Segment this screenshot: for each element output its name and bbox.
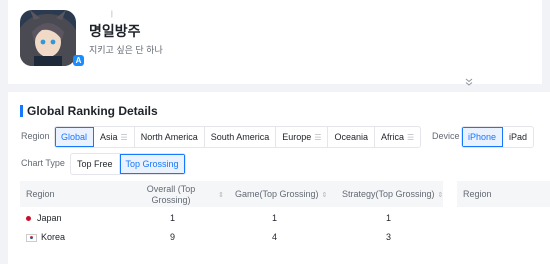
table-row-region[interactable]: Japan bbox=[26, 213, 62, 223]
table-cell-game: 1 bbox=[272, 213, 278, 223]
expand-chevron-icon[interactable] bbox=[465, 78, 473, 88]
region-option-north-america[interactable]: North America bbox=[135, 127, 205, 147]
column-header-game[interactable]: Game(Top Grossing) ⇕ bbox=[235, 189, 327, 199]
table-cell-overall: 1 bbox=[170, 213, 176, 223]
table-cell-game: 4 bbox=[272, 232, 278, 242]
region-option-south-america[interactable]: South America bbox=[205, 127, 277, 147]
app-name: 명일방주 bbox=[89, 23, 141, 39]
section-title: Global Ranking Details bbox=[20, 104, 158, 118]
region-option-global[interactable]: Global bbox=[55, 127, 95, 147]
sort-icon: ⇕ bbox=[437, 192, 444, 199]
sort-icon: ⇕ bbox=[321, 192, 328, 199]
table-cell-strategy: 1 bbox=[386, 213, 392, 223]
region-option-europe[interactable]: Europe ☰ bbox=[276, 127, 329, 147]
region-option-oceania[interactable]: Oceania bbox=[328, 127, 375, 147]
ranking-card: Global Ranking Details Region Global Asi… bbox=[8, 92, 550, 264]
column-header-region-secondary: Region bbox=[463, 189, 492, 199]
chart-type-selector: Top Free Top Grossing bbox=[70, 153, 186, 175]
app-store-icon: A bbox=[73, 55, 84, 66]
sort-icon[interactable]: ⇕ bbox=[215, 189, 224, 199]
region-option-asia[interactable]: Asia ☰ bbox=[94, 127, 135, 147]
app-subtitle: 지키고 싶은 단 하나 bbox=[89, 45, 163, 55]
column-header-strategy[interactable]: Strategy(Top Grossing) ⇕ bbox=[342, 189, 443, 199]
device-label: Device bbox=[432, 131, 460, 141]
table-cell-strategy: 3 bbox=[386, 232, 392, 242]
chart-type-top-grossing[interactable]: Top Grossing bbox=[119, 154, 185, 174]
app-header-card: A | 명일방주 지키고 싶은 단 하나 bbox=[8, 0, 542, 86]
menu-icon: ☰ bbox=[314, 133, 322, 142]
column-header-overall[interactable]: Overall (Top Grossing) bbox=[126, 184, 216, 206]
menu-icon: ☰ bbox=[407, 133, 415, 142]
region-label: Region bbox=[21, 131, 50, 141]
region-option-africa[interactable]: Africa ☰ bbox=[375, 127, 420, 147]
menu-icon: ☰ bbox=[120, 133, 128, 142]
chart-type-label: Chart Type bbox=[21, 158, 65, 168]
table-cell-overall: 9 bbox=[170, 232, 176, 242]
region-selector: Global Asia ☰ North America South America… bbox=[54, 126, 422, 148]
japan-flag-icon bbox=[26, 216, 31, 222]
tiny-mark: | bbox=[111, 11, 113, 18]
chart-type-top-free[interactable]: Top Free bbox=[71, 154, 120, 174]
character-artwork-icon bbox=[20, 10, 76, 66]
device-option-ipad[interactable]: iPad bbox=[503, 127, 533, 147]
device-selector: iPhone iPad bbox=[461, 126, 535, 148]
korea-flag-icon bbox=[26, 233, 37, 242]
app-icon[interactable] bbox=[20, 10, 76, 66]
device-option-iphone[interactable]: iPhone bbox=[462, 127, 504, 147]
column-header-region: Region bbox=[26, 189, 55, 199]
table-row-region[interactable]: Korea bbox=[26, 232, 65, 242]
